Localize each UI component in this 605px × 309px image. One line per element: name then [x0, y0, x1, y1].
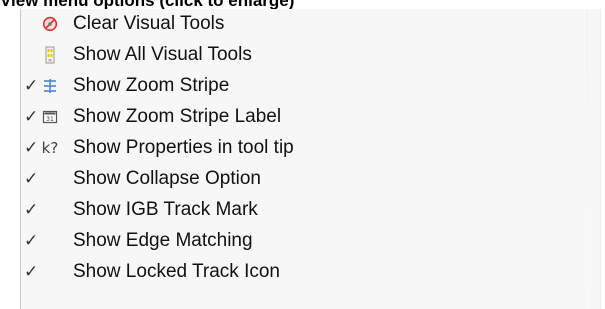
check-icon: ✓: [24, 107, 39, 126]
view-menu: Clear Visual Tools Show All Visual Tools…: [20, 9, 600, 309]
zoom-stripe-label-icon: 31: [42, 108, 58, 126]
menu-item-show-zoom-stripe-label[interactable]: ✓ 31 Show Zoom Stripe Label: [21, 102, 600, 134]
menu-item-show-all-visual-tools[interactable]: Show All Visual Tools: [21, 40, 600, 72]
zoom-stripe-icon: [42, 77, 58, 95]
check-icon: ✓: [24, 138, 39, 157]
empty-icon-slot: [42, 170, 58, 188]
menu-item-label: Show Collapse Option: [73, 168, 261, 189]
empty-icon-slot: [42, 263, 58, 281]
empty-icon-slot: [42, 201, 58, 219]
empty-icon-slot: [42, 232, 58, 250]
check-icon: [24, 45, 38, 65]
check-icon: ✓: [24, 262, 39, 281]
menu-item-show-igb-track-mark[interactable]: ✓ Show IGB Track Mark: [21, 195, 600, 227]
menu-item-label: Show Zoom Stripe: [73, 75, 230, 96]
menu-item-label: Show IGB Track Mark: [73, 199, 258, 220]
menu-item-label: Clear Visual Tools: [73, 13, 225, 34]
menu-item-show-edge-matching[interactable]: ✓ Show Edge Matching: [21, 226, 600, 258]
check-icon: [24, 14, 38, 34]
menu-item-label: Show Locked Track Icon: [73, 261, 280, 282]
menu-item-label: Show All Visual Tools: [73, 44, 252, 65]
check-icon: ✓: [24, 200, 39, 219]
menu-item-show-properties-in-tool-tip[interactable]: ✓ k? Show Properties in tool tip: [21, 133, 600, 165]
properties-tooltip-icon: k?: [41, 138, 59, 157]
menu-item-show-locked-track-icon[interactable]: ✓ Show Locked Track Icon: [21, 257, 600, 289]
menu-item-show-zoom-stripe[interactable]: ✓ Show Zoom Stripe: [21, 71, 600, 103]
check-icon: ✓: [24, 76, 39, 95]
zoom-stripe-label-icon-text: 31: [46, 116, 54, 123]
menu-item-show-collapse-option[interactable]: ✓ Show Collapse Option: [21, 164, 600, 196]
check-icon: ✓: [24, 169, 39, 188]
menu-item-label: Show Edge Matching: [73, 230, 253, 251]
menu-item-clear-visual-tools[interactable]: Clear Visual Tools: [21, 9, 600, 41]
properties-tooltip-icon-text: k?: [41, 138, 59, 157]
show-all-visual-tools-icon: [42, 46, 58, 64]
clear-visual-tools-icon: [42, 15, 58, 33]
check-icon: ✓: [24, 231, 39, 250]
menu-item-label: Show Zoom Stripe Label: [73, 106, 282, 127]
menu-item-label: Show Properties in tool tip: [73, 137, 294, 158]
